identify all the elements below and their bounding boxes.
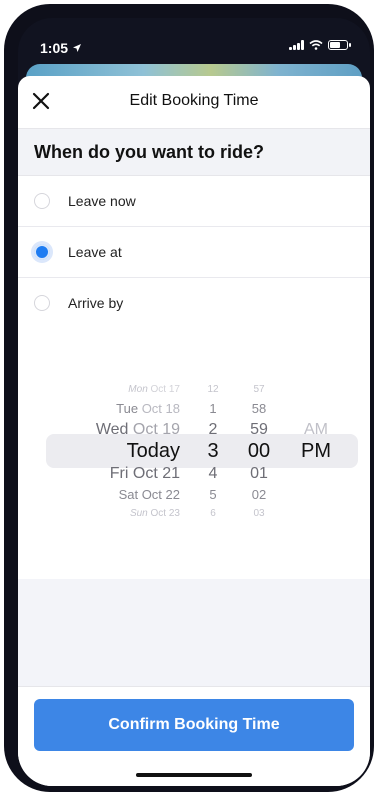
option-arrive-by[interactable]: Arrive by bbox=[18, 278, 370, 329]
status-time: 1:05 bbox=[40, 40, 82, 56]
picker-day: Sun Oct 23 bbox=[130, 502, 180, 526]
picker-day-date: Oct 17 bbox=[147, 384, 180, 395]
picker-minute: 03 bbox=[253, 508, 265, 519]
status-icons bbox=[289, 40, 351, 50]
picker-hour: 3 bbox=[207, 440, 219, 462]
option-label: Leave at bbox=[68, 244, 122, 260]
sheet-header: Edit Booking Time bbox=[18, 76, 370, 129]
ride-question: When do you want to ride? bbox=[18, 129, 370, 176]
picker-day-name: Fri bbox=[109, 465, 129, 482]
picker-day-name: Today bbox=[126, 440, 180, 462]
picker-day: Today bbox=[127, 439, 180, 463]
picker-row[interactable]: Today 3 00 PM bbox=[18, 439, 370, 463]
home-indicator bbox=[136, 773, 252, 777]
empty-area bbox=[18, 579, 370, 686]
date-time-picker[interactable]: Mon Oct 17 12 57 Tue Oct 18 1 58 Wed Oct 19 2 59… bbox=[18, 327, 370, 579]
wifi-icon bbox=[309, 40, 323, 50]
option-leave-now[interactable]: Leave now bbox=[18, 176, 370, 227]
location-arrow-icon bbox=[73, 44, 82, 52]
confirm-booking-button[interactable]: Confirm Booking Time bbox=[34, 699, 354, 751]
picker-row[interactable]: Sun Oct 23 6 03 bbox=[18, 502, 370, 526]
picker-day-date: Oct 21 bbox=[128, 465, 180, 482]
phone-frame: 1:05 Edit Booking Time When do you want … bbox=[4, 4, 374, 792]
picker-day-name: Sun bbox=[129, 508, 148, 519]
picker-day-name: Sat bbox=[118, 487, 139, 502]
picker-day-date: Oct 19 bbox=[128, 421, 180, 438]
option-label: Arrive by bbox=[68, 295, 124, 311]
signal-icon bbox=[289, 40, 304, 50]
picker-hour: 6 bbox=[210, 508, 216, 519]
picker-day-name: Mon bbox=[128, 384, 148, 395]
radio-arrive-by[interactable] bbox=[34, 295, 50, 311]
page-title: Edit Booking Time bbox=[129, 92, 259, 109]
picker-ampm: PM bbox=[301, 440, 331, 462]
battery-level bbox=[330, 42, 340, 48]
picker-day-name: Wed bbox=[95, 421, 129, 438]
phone-screen: 1:05 Edit Booking Time When do you want … bbox=[18, 18, 370, 786]
picker-day-date: Oct 18 bbox=[138, 401, 180, 416]
picker-day-date: Oct 23 bbox=[147, 508, 180, 519]
status-time-text: 1:05 bbox=[40, 40, 69, 56]
booking-sheet: Edit Booking Time When do you want to ri… bbox=[18, 76, 370, 786]
footer: Confirm Booking Time bbox=[18, 686, 370, 786]
battery-icon bbox=[328, 40, 351, 50]
radio-leave-at[interactable] bbox=[34, 244, 50, 260]
radio-leave-now[interactable] bbox=[34, 193, 50, 209]
option-leave-at[interactable]: Leave at bbox=[18, 227, 370, 278]
picker-day-date: Oct 22 bbox=[138, 487, 180, 502]
option-label: Leave now bbox=[68, 193, 136, 209]
picker-minute: 00 bbox=[247, 440, 271, 462]
picker-day-name: Tue bbox=[116, 401, 139, 416]
